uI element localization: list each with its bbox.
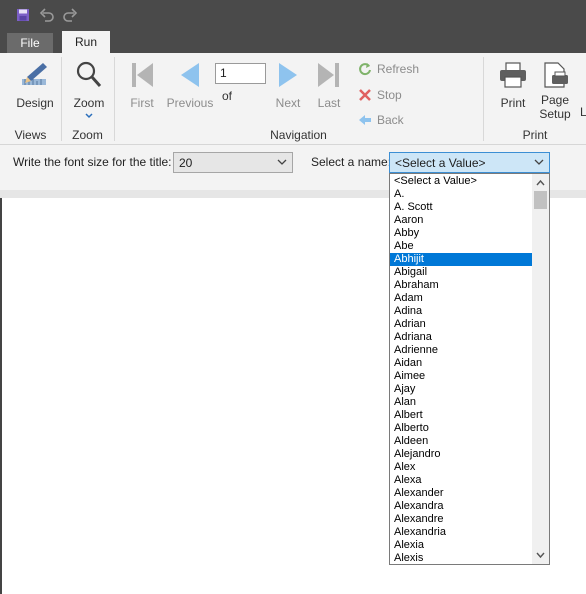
font-size-select[interactable]: 20 bbox=[173, 152, 293, 173]
dropdown-option[interactable]: Alex bbox=[390, 461, 533, 474]
dropdown-option[interactable]: <Select a Value> bbox=[390, 175, 533, 188]
refresh-icon bbox=[359, 63, 371, 76]
previous-page-icon bbox=[181, 63, 199, 87]
save-icon[interactable] bbox=[14, 6, 32, 24]
dropdown-options: <Select a Value> A. A. Scott Aaron Abby Abe Ab… bbox=[390, 174, 549, 564]
ribbon: Design Views Zoom Zoom First Previous 1 … bbox=[0, 53, 586, 145]
back-button[interactable]: Back bbox=[358, 113, 404, 127]
tab-run[interactable]: Run bbox=[62, 31, 110, 53]
last-page-icon bbox=[318, 63, 339, 87]
first-label: First bbox=[130, 96, 154, 110]
name-select-value: <Select a Value> bbox=[395, 156, 486, 170]
scroll-down-icon[interactable] bbox=[532, 548, 549, 562]
name-label: Select a name: bbox=[311, 155, 392, 169]
last-label: Last bbox=[317, 96, 341, 110]
dropdown-option[interactable]: Alexa bbox=[390, 474, 533, 487]
print-label: Print bbox=[500, 96, 526, 110]
scrollbar-thumb[interactable] bbox=[534, 191, 547, 209]
title-bar bbox=[0, 0, 586, 31]
dropdown-option[interactable]: Alejandro bbox=[390, 448, 533, 461]
name-select[interactable]: <Select a Value> bbox=[389, 152, 550, 173]
next-page-button[interactable]: Next bbox=[272, 61, 304, 110]
refresh-button[interactable]: Refresh bbox=[358, 62, 419, 76]
dropdown-option[interactable]: Adina bbox=[390, 305, 533, 318]
scroll-up-icon[interactable] bbox=[532, 176, 549, 190]
dropdown-option[interactable]: Aimee bbox=[390, 370, 533, 383]
dropdown-option[interactable]: Alexandre bbox=[390, 513, 533, 526]
page-setup-button[interactable]: Page Setup bbox=[536, 61, 574, 121]
page-of-label: of bbox=[222, 89, 233, 103]
group-label-zoom: Zoom bbox=[72, 128, 103, 142]
font-size-value: 20 bbox=[179, 156, 193, 170]
chevron-down-icon bbox=[85, 113, 93, 119]
zoom-button[interactable]: Zoom bbox=[66, 59, 112, 119]
first-page-icon bbox=[132, 63, 153, 87]
stop-button[interactable]: Stop bbox=[358, 88, 402, 102]
chevron-down-icon bbox=[534, 159, 544, 165]
dropdown-option[interactable]: A. bbox=[390, 188, 533, 201]
refresh-label: Refresh bbox=[377, 62, 420, 76]
dropdown-option[interactable]: Adrienne bbox=[390, 344, 533, 357]
dropdown-option[interactable]: Alexandra bbox=[390, 500, 533, 513]
dropdown-option[interactable]: Alexis bbox=[390, 552, 533, 564]
magnifier-icon bbox=[76, 61, 102, 87]
first-page-button[interactable]: First bbox=[124, 61, 160, 110]
dropdown-option[interactable]: Alan bbox=[390, 396, 533, 409]
dropdown-option[interactable]: Abhijit bbox=[390, 253, 533, 266]
dropdown-option[interactable]: Aaron bbox=[390, 214, 533, 227]
group-label-print: Print bbox=[522, 128, 548, 142]
dropdown-option[interactable]: Aidan bbox=[390, 357, 533, 370]
dropdown-option[interactable]: Abby bbox=[390, 227, 533, 240]
report-area-border bbox=[0, 198, 2, 594]
page-setup-icon bbox=[544, 62, 568, 88]
dropdown-option[interactable]: Adam bbox=[390, 292, 533, 305]
truncated-ribbon-button[interactable]: L bbox=[580, 105, 586, 119]
chevron-down-icon bbox=[277, 159, 287, 165]
back-label: Back bbox=[377, 113, 404, 127]
design-icon bbox=[22, 63, 47, 85]
dropdown-option[interactable]: Albert bbox=[390, 409, 533, 422]
page-setup-label: Page Setup bbox=[539, 93, 571, 121]
next-label: Next bbox=[275, 96, 301, 110]
dropdown-option[interactable]: Alexia bbox=[390, 539, 533, 552]
redo-icon[interactable] bbox=[61, 6, 79, 24]
design-button[interactable]: Design bbox=[12, 59, 58, 110]
ribbon-tabs: File Run bbox=[0, 31, 586, 53]
tab-file[interactable]: File bbox=[7, 33, 53, 53]
group-label-views: Views bbox=[14, 128, 47, 142]
dropdown-option[interactable]: Abe bbox=[390, 240, 533, 253]
stop-label: Stop bbox=[377, 88, 402, 102]
print-button[interactable]: Print bbox=[496, 61, 530, 110]
design-label: Design bbox=[16, 96, 54, 110]
next-page-icon bbox=[279, 63, 297, 87]
dropdown-option[interactable]: Adrian bbox=[390, 318, 533, 331]
dropdown-option[interactable]: Alexandria bbox=[390, 526, 533, 539]
dropdown-option[interactable]: Abigail bbox=[390, 266, 533, 279]
last-page-button[interactable]: Last bbox=[312, 61, 346, 110]
printer-icon bbox=[500, 62, 526, 88]
dropdown-option[interactable]: Abraham bbox=[390, 279, 533, 292]
undo-icon[interactable] bbox=[38, 6, 56, 24]
back-arrow-icon bbox=[359, 115, 371, 125]
dropdown-option[interactable]: Ajay bbox=[390, 383, 533, 396]
page-number-input[interactable]: 1 bbox=[215, 63, 266, 84]
font-size-label: Write the font size for the title: bbox=[13, 155, 172, 169]
zoom-label: Zoom bbox=[73, 96, 105, 110]
stop-icon bbox=[359, 89, 371, 101]
group-label-navigation: Navigation bbox=[270, 128, 327, 142]
dropdown-option[interactable]: A. Scott bbox=[390, 201, 533, 214]
name-dropdown-list[interactable]: <Select a Value> A. A. Scott Aaron Abby Abe Ab… bbox=[389, 173, 550, 565]
dropdown-option[interactable]: Adriana bbox=[390, 331, 533, 344]
dropdown-scrollbar[interactable] bbox=[532, 174, 549, 564]
dropdown-option[interactable]: Alexander bbox=[390, 487, 533, 500]
previous-label: Previous bbox=[166, 96, 214, 110]
dropdown-option[interactable]: Aldeen bbox=[390, 435, 533, 448]
dropdown-option[interactable]: Alberto bbox=[390, 422, 533, 435]
previous-page-button[interactable]: Previous bbox=[166, 61, 214, 110]
